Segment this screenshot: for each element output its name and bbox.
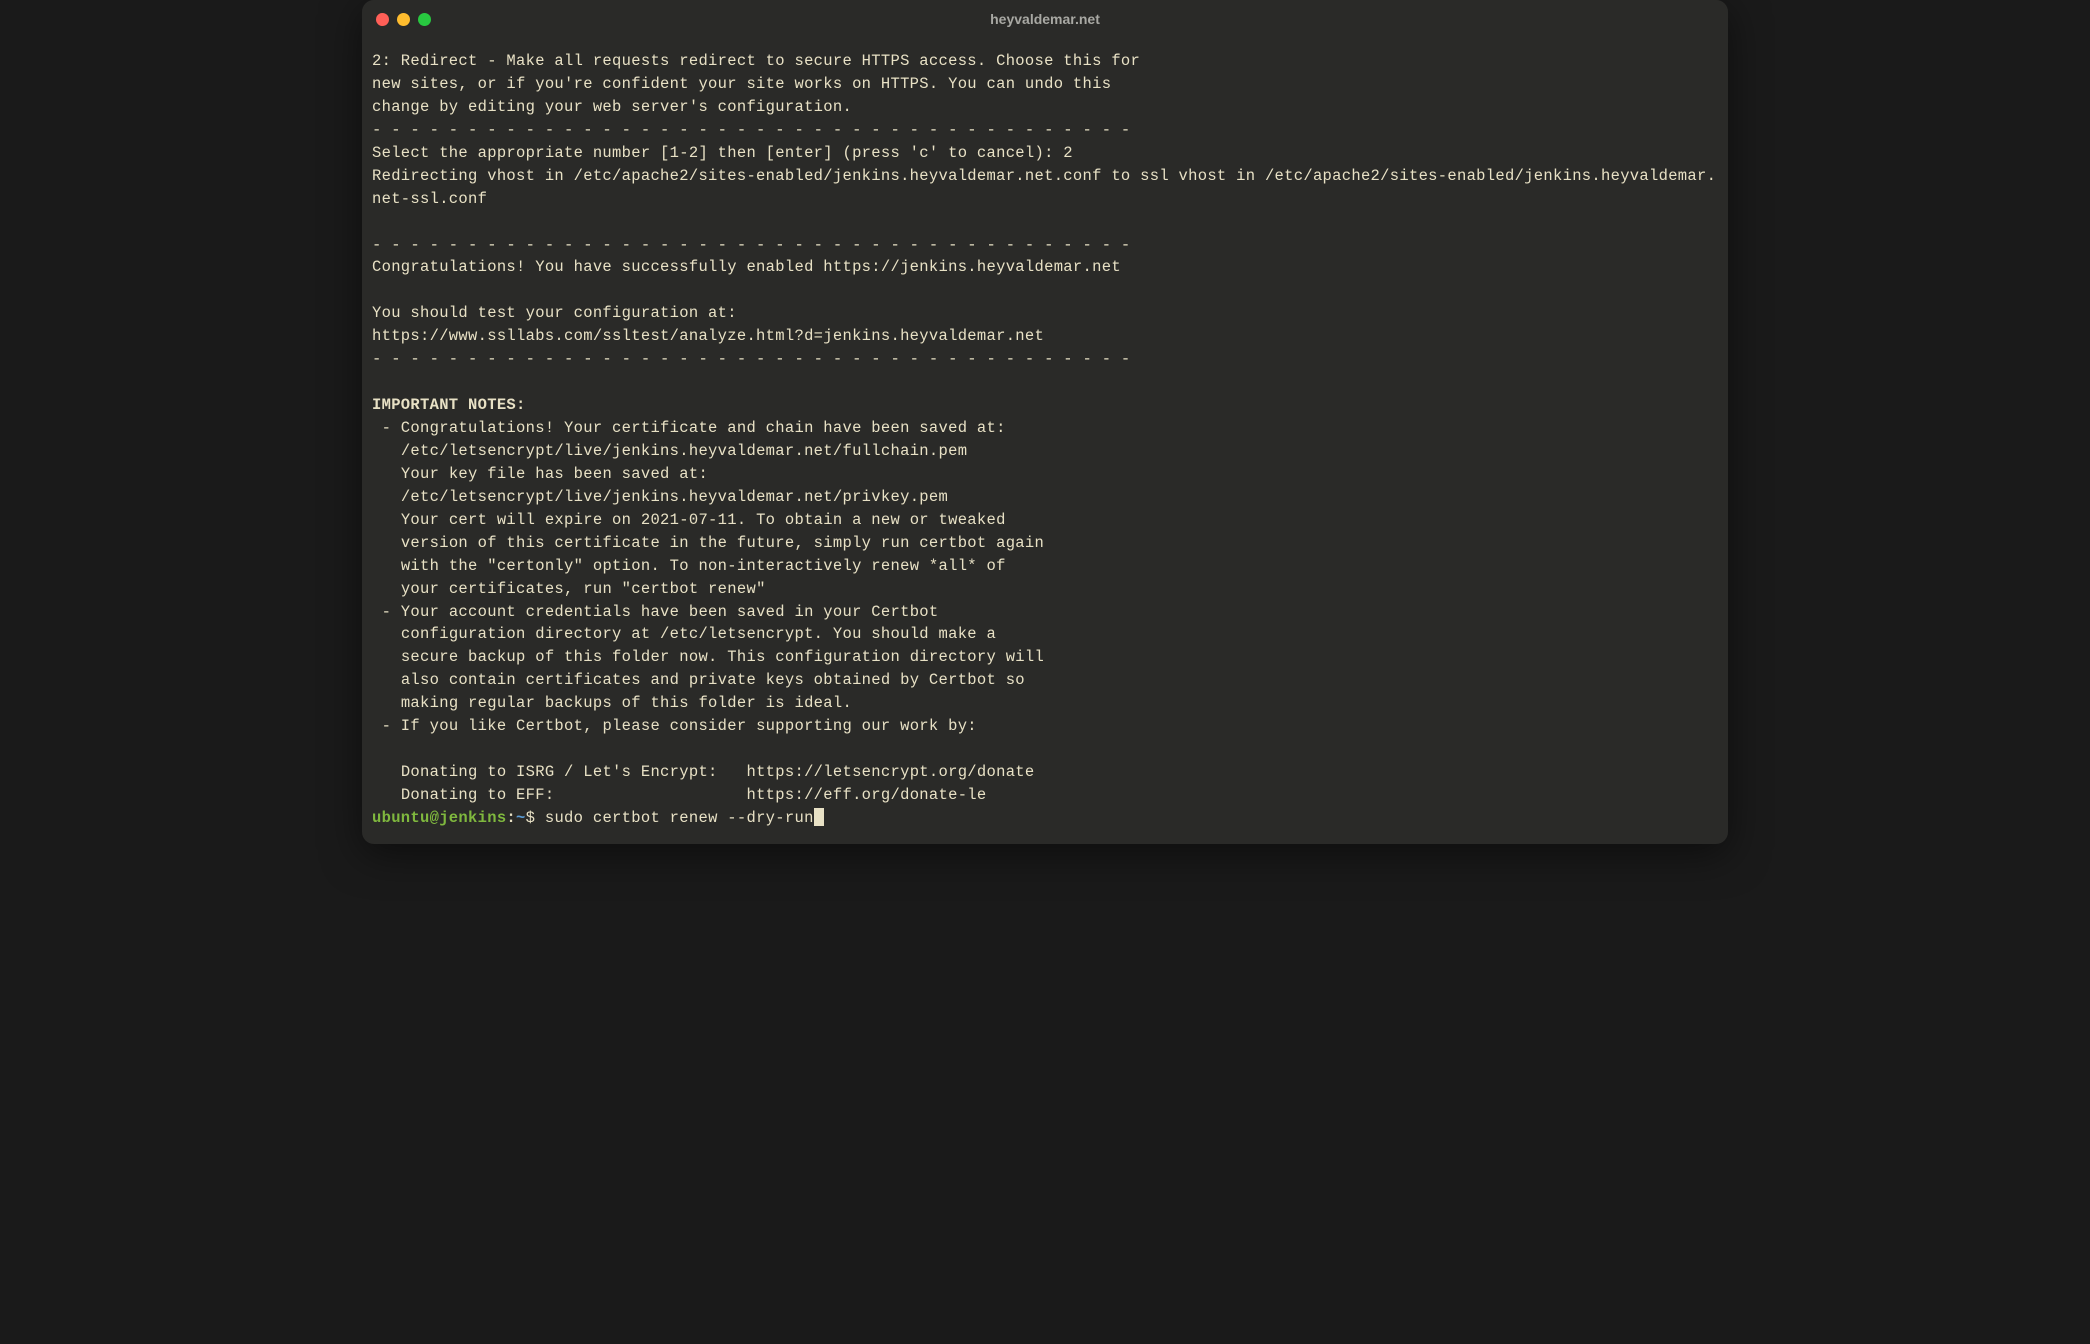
terminal-body[interactable]: 2: Redirect - Make all requests redirect… (362, 38, 1728, 844)
cursor-icon (814, 808, 824, 826)
output-line: - - - - - - - - - - - - - - - - - - - - … (372, 350, 1131, 368)
prompt-path: ~ (516, 809, 526, 827)
output-line: Donating to EFF: https://eff.org/donate-… (372, 786, 987, 804)
important-notes-header: IMPORTANT NOTES: (372, 396, 526, 414)
titlebar: heyvaldemar.net (362, 0, 1728, 38)
output-line: /etc/letsencrypt/live/jenkins.heyvaldema… (372, 442, 967, 460)
output-line: - Your account credentials have been sav… (372, 603, 939, 621)
maximize-icon[interactable] (418, 13, 431, 26)
output-line: Redirecting vhost in /etc/apache2/sites-… (372, 167, 1716, 208)
output-line: - Congratulations! Your certificate and … (372, 419, 1006, 437)
output-line: also contain certificates and private ke… (372, 671, 1025, 689)
output-line: change by editing your web server's conf… (372, 98, 852, 116)
output-line: - - - - - - - - - - - - - - - - - - - - … (372, 121, 1131, 139)
traffic-lights (376, 13, 431, 26)
output-line: Congratulations! You have successfully e… (372, 258, 1121, 276)
output-line: - If you like Certbot, please consider s… (372, 717, 977, 735)
output-line: 2: Redirect - Make all requests redirect… (372, 52, 1140, 70)
window-title: heyvaldemar.net (990, 11, 1100, 27)
close-icon[interactable] (376, 13, 389, 26)
output-line: configuration directory at /etc/letsencr… (372, 625, 996, 643)
terminal-window: heyvaldemar.net 2: Redirect - Make all r… (362, 0, 1728, 844)
output-line: https://www.ssllabs.com/ssltest/analyze.… (372, 327, 1044, 345)
output-line: with the "certonly" option. To non-inter… (372, 557, 1006, 575)
prompt-user-host: ubuntu@jenkins (372, 809, 506, 827)
output-line: Your key file has been saved at: (372, 465, 708, 483)
output-line: /etc/letsencrypt/live/jenkins.heyvaldema… (372, 488, 948, 506)
output-line: new sites, or if you're confident your s… (372, 75, 1111, 93)
command-input[interactable]: sudo certbot renew --dry-run (545, 809, 814, 827)
output-line: Select the appropriate number [1-2] then… (372, 144, 1073, 162)
prompt-dollar: $ (526, 809, 545, 827)
output-line: - - - - - - - - - - - - - - - - - - - - … (372, 236, 1131, 254)
output-line: your certificates, run "certbot renew" (372, 580, 766, 598)
output-line: Your cert will expire on 2021-07-11. To … (372, 511, 1006, 529)
minimize-icon[interactable] (397, 13, 410, 26)
output-line: Donating to ISRG / Let's Encrypt: https:… (372, 763, 1035, 781)
output-line: version of this certificate in the futur… (372, 534, 1044, 552)
output-line: secure backup of this folder now. This c… (372, 648, 1044, 666)
output-line: You should test your configuration at: (372, 304, 737, 322)
prompt-colon: : (506, 809, 516, 827)
output-line: making regular backups of this folder is… (372, 694, 852, 712)
